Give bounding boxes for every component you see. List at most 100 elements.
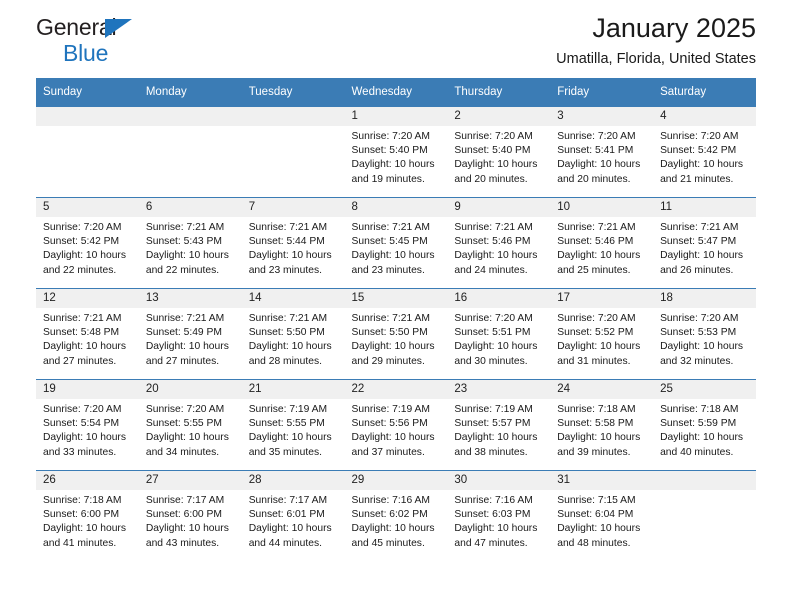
calendar-day-cell[interactable]: 6 Sunrise: 7:21 AM Sunset: 5:43 PM Daylight… [138, 197, 242, 289]
calendar-day-cell[interactable]: 15 Sunrise: 7:21 AM Sunset: 5:50 PM Dayligh… [344, 288, 448, 380]
calendar-day-cell[interactable]: 4 Sunrise: 7:20 AM Sunset: 5:42 PM Daylight… [653, 106, 756, 198]
calendar-week-row: 19 Sunrise: 7:20 AM Sunset: 5:54 PM Dayligh… [36, 379, 756, 471]
day-number: 17 [550, 289, 654, 308]
daylight-text-line2: and 27 minutes. [43, 355, 117, 367]
day-number: 1 [344, 107, 448, 126]
day-number: 28 [241, 471, 345, 490]
day-number: 13 [138, 289, 242, 308]
daylight-text-line1: Daylight: 10 hours [43, 432, 126, 444]
calendar-day-cell[interactable]: 2 Sunrise: 7:20 AM Sunset: 5:40 PM Daylight… [447, 106, 551, 198]
calendar-day-cell[interactable]: 17 Sunrise: 7:20 AM Sunset: 5:52 PM Dayligh… [550, 288, 654, 380]
sunset-text: Sunset: 5:53 PM [660, 327, 737, 339]
daylight-text-line2: and 41 minutes. [43, 537, 117, 549]
calendar-day-cell[interactable]: 22 Sunrise: 7:19 AM Sunset: 5:56 PM Dayligh… [344, 379, 448, 471]
calendar-day-cell[interactable]: 11 Sunrise: 7:21 AM Sunset: 5:47 PM Dayligh… [653, 197, 756, 289]
calendar-day-cell-empty [241, 106, 345, 198]
daylight-text-line2: and 21 minutes. [660, 173, 734, 185]
calendar-day-cell[interactable]: 18 Sunrise: 7:20 AM Sunset: 5:53 PM Dayligh… [653, 288, 756, 380]
day-number: 10 [550, 198, 654, 217]
calendar-day-cell[interactable]: 20 Sunrise: 7:20 AM Sunset: 5:55 PM Dayligh… [138, 379, 242, 471]
calendar-day-cell[interactable]: 16 Sunrise: 7:20 AM Sunset: 5:51 PM Dayligh… [447, 288, 551, 380]
day-details: Sunrise: 7:15 AM Sunset: 6:04 PM Daylight:… [550, 490, 653, 551]
calendar-day-cell[interactable]: 14 Sunrise: 7:21 AM Sunset: 5:50 PM Dayligh… [241, 288, 345, 380]
sunset-text: Sunset: 5:55 PM [145, 418, 222, 430]
weekday-header-sunday: Sunday [36, 78, 139, 107]
calendar-day-cell[interactable]: 12 Sunrise: 7:21 AM Sunset: 5:48 PM Dayligh… [36, 288, 139, 380]
calendar-day-cell[interactable]: 9 Sunrise: 7:21 AM Sunset: 5:46 PM Daylight… [447, 197, 551, 289]
daylight-text-line1: Daylight: 10 hours [660, 341, 744, 353]
sunrise-text: Sunrise: 7:21 AM [145, 222, 225, 233]
calendar-day-cell[interactable]: 8 Sunrise: 7:21 AM Sunset: 5:45 PM Daylight… [344, 197, 448, 289]
calendar-day-cell[interactable]: 10 Sunrise: 7:21 AM Sunset: 5:46 PM Dayligh… [550, 197, 654, 289]
sunset-text: Sunset: 5:46 PM [557, 236, 634, 248]
calendar-day-cell[interactable]: 26 Sunrise: 7:18 AM Sunset: 6:00 PM Dayligh… [36, 470, 139, 561]
calendar-day-cell[interactable]: 28 Sunrise: 7:17 AM Sunset: 6:01 PM Dayligh… [241, 470, 345, 561]
daylight-text-line2: and 27 minutes. [145, 355, 220, 367]
sunrise-text: Sunrise: 7:20 AM [145, 404, 225, 415]
day-number: 4 [653, 107, 756, 126]
daylight-text-line2: and 48 minutes. [557, 537, 631, 549]
daylight-text-line1: Daylight: 10 hours [43, 250, 126, 262]
daylight-text-line2: and 39 minutes. [557, 446, 631, 458]
sunrise-text: Sunrise: 7:18 AM [660, 404, 739, 415]
sunset-text: Sunset: 5:55 PM [248, 418, 325, 430]
calendar-day-cell[interactable]: 24 Sunrise: 7:18 AM Sunset: 5:58 PM Dayligh… [550, 379, 654, 471]
sunrise-text: Sunrise: 7:20 AM [351, 131, 430, 142]
sunrise-text: Sunrise: 7:20 AM [557, 131, 636, 142]
sunset-text: Sunset: 5:56 PM [351, 418, 428, 430]
calendar-week-row: 12 Sunrise: 7:21 AM Sunset: 5:48 PM Dayligh… [36, 288, 756, 380]
day-number: 30 [447, 471, 551, 490]
day-details: Sunrise: 7:20 AM Sunset: 5:40 PM Daylight:… [345, 126, 448, 187]
sunset-text: Sunset: 5:54 PM [43, 418, 120, 430]
day-details: Sunrise: 7:21 AM Sunset: 5:48 PM Daylight:… [36, 308, 139, 369]
page-title: January 2025 [592, 13, 756, 43]
daylight-text-line1: Daylight: 10 hours [351, 432, 435, 444]
daylight-text-line2: and 25 minutes. [557, 264, 631, 276]
sunset-text: Sunset: 5:42 PM [43, 236, 120, 248]
weekday-header-wednesday: Wednesday [344, 78, 448, 107]
weekday-header-thursday: Thursday [447, 78, 551, 107]
day-details: Sunrise: 7:20 AM Sunset: 5:55 PM Daylight:… [139, 399, 242, 460]
calendar-day-cell[interactable]: 3 Sunrise: 7:20 AM Sunset: 5:41 PM Daylight… [550, 106, 654, 198]
calendar-day-cell[interactable]: 7 Sunrise: 7:21 AM Sunset: 5:44 PM Daylight… [241, 197, 345, 289]
sunset-text: Sunset: 5:58 PM [557, 418, 634, 430]
calendar-day-cell[interactable]: 29 Sunrise: 7:16 AM Sunset: 6:02 PM Dayligh… [344, 470, 448, 561]
day-number [241, 107, 345, 126]
calendar-day-cell[interactable]: 5 Sunrise: 7:20 AM Sunset: 5:42 PM Daylight… [36, 197, 139, 289]
sunset-text: Sunset: 5:43 PM [145, 236, 222, 248]
daylight-text-line1: Daylight: 10 hours [43, 523, 126, 535]
day-details: Sunrise: 7:20 AM Sunset: 5:41 PM Daylight:… [550, 126, 653, 187]
day-number: 3 [550, 107, 654, 126]
generalblue-logo[interactable]: General Blue [36, 16, 256, 68]
calendar-day-cell[interactable]: 30 Sunrise: 7:16 AM Sunset: 6:03 PM Dayligh… [447, 470, 551, 561]
sunrise-text: Sunrise: 7:21 AM [454, 222, 533, 233]
calendar-day-cell[interactable]: 23 Sunrise: 7:19 AM Sunset: 5:57 PM Dayligh… [447, 379, 551, 471]
calendar-day-cell[interactable]: 13 Sunrise: 7:21 AM Sunset: 5:49 PM Dayligh… [138, 288, 242, 380]
sunrise-text: Sunrise: 7:20 AM [43, 222, 122, 233]
sunset-text: Sunset: 6:04 PM [557, 509, 634, 521]
day-details: Sunrise: 7:18 AM Sunset: 5:58 PM Daylight:… [550, 399, 653, 460]
calendar-day-cell[interactable]: 25 Sunrise: 7:18 AM Sunset: 5:59 PM Dayligh… [653, 379, 756, 471]
day-number: 24 [550, 380, 654, 399]
sunset-text: Sunset: 6:01 PM [248, 509, 325, 521]
sunrise-text: Sunrise: 7:20 AM [454, 313, 533, 324]
sunrise-text: Sunrise: 7:20 AM [557, 313, 636, 324]
calendar-day-cell[interactable]: 21 Sunrise: 7:19 AM Sunset: 5:55 PM Dayligh… [241, 379, 345, 471]
daylight-text-line1: Daylight: 10 hours [248, 250, 332, 262]
day-details: Sunrise: 7:20 AM Sunset: 5:40 PM Daylight:… [447, 126, 550, 187]
daylight-text-line1: Daylight: 10 hours [557, 341, 641, 353]
day-number: 15 [344, 289, 448, 308]
sunset-text: Sunset: 5:50 PM [248, 327, 325, 339]
day-details: Sunrise: 7:18 AM Sunset: 5:59 PM Daylight:… [653, 399, 756, 460]
daylight-text-line2: and 35 minutes. [248, 446, 322, 458]
daylight-text-line2: and 43 minutes. [145, 537, 220, 549]
calendar-day-cell[interactable]: 19 Sunrise: 7:20 AM Sunset: 5:54 PM Dayligh… [36, 379, 139, 471]
day-details: Sunrise: 7:17 AM Sunset: 6:01 PM Daylight:… [242, 490, 345, 551]
calendar-day-cell[interactable]: 1 Sunrise: 7:20 AM Sunset: 5:40 PM Daylight… [344, 106, 448, 198]
sunset-text: Sunset: 5:57 PM [454, 418, 531, 430]
calendar-day-cell[interactable]: 31 Sunrise: 7:15 AM Sunset: 6:04 PM Dayligh… [550, 470, 654, 561]
sunset-text: Sunset: 5:40 PM [454, 145, 531, 157]
daylight-text-line1: Daylight: 10 hours [248, 523, 332, 535]
calendar-day-cell[interactable]: 27 Sunrise: 7:17 AM Sunset: 6:00 PM Dayligh… [138, 470, 242, 561]
daylight-text-line1: Daylight: 10 hours [660, 159, 744, 171]
